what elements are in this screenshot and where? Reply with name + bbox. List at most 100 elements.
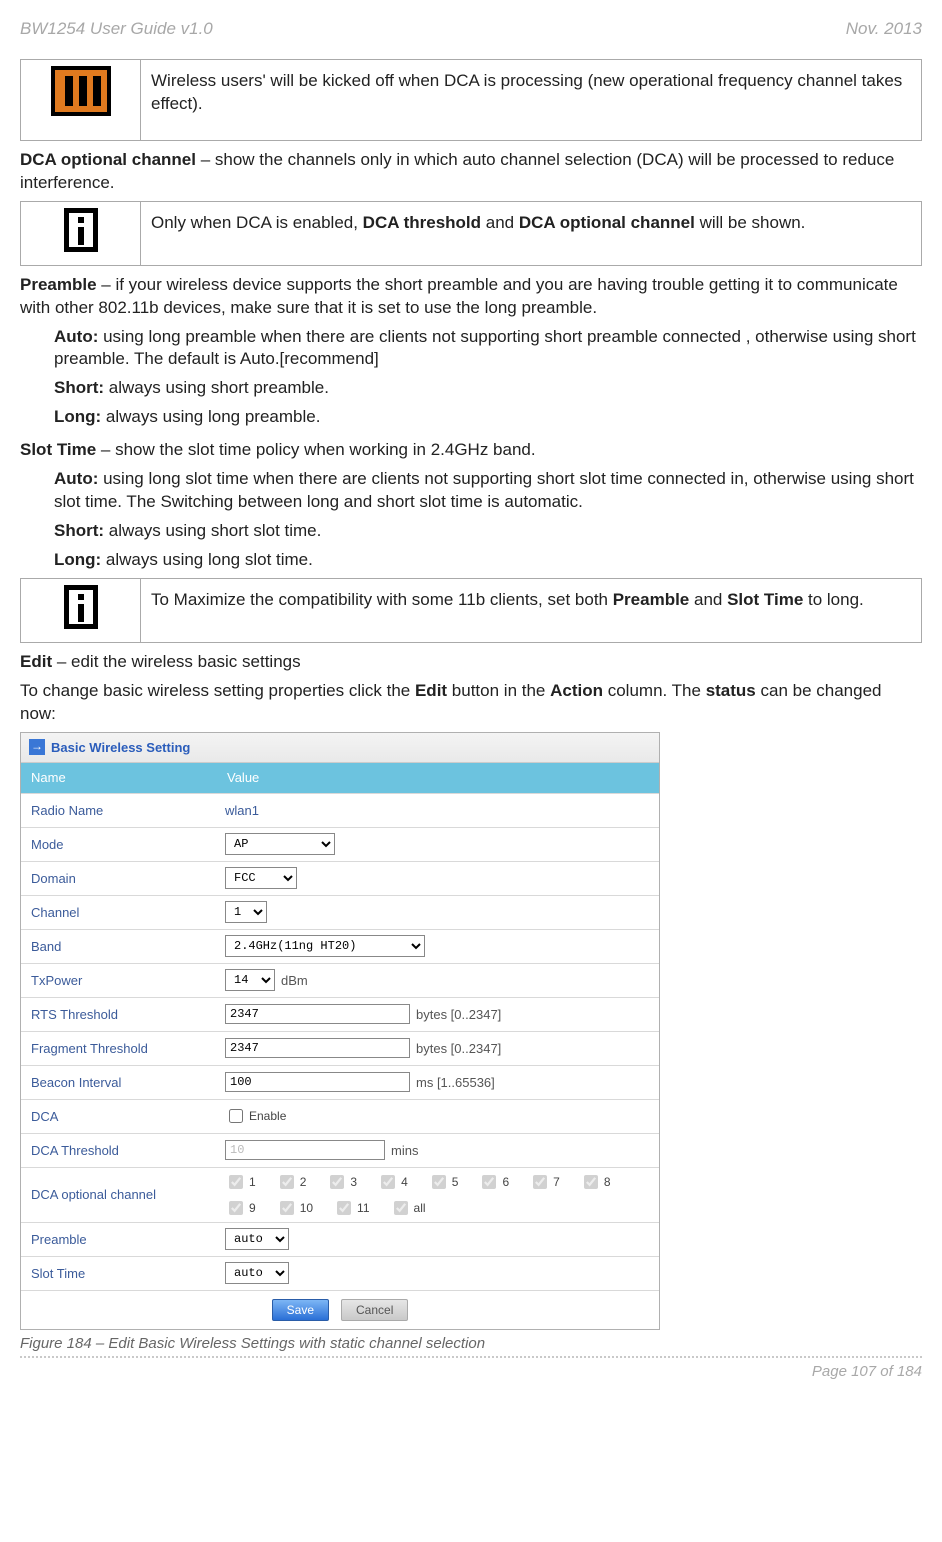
row-dca-threshold: DCA Threshold mins — [21, 1133, 659, 1167]
row-preamble: Preamble auto — [21, 1222, 659, 1256]
doc-date: Nov. 2013 — [846, 18, 922, 41]
dca-optional-paragraph: DCA optional channel – show the channels… — [20, 149, 922, 195]
info-text: Only when DCA is enabled, DCA threshold … — [141, 201, 922, 265]
cancel-button[interactable]: Cancel — [341, 1299, 408, 1321]
settings-panel: Basic Wireless Setting Name Value Radio … — [20, 732, 660, 1330]
dca-channel-8: 8 — [580, 1172, 611, 1192]
row-slot-time: Slot Time auto — [21, 1256, 659, 1290]
row-beacon: Beacon Interval ms [1..65536] — [21, 1065, 659, 1099]
preamble-long: Long: always using long preamble. — [54, 406, 922, 429]
dca-channel-7: 7 — [529, 1172, 560, 1192]
preamble-select[interactable]: auto — [225, 1228, 289, 1250]
fragment-input[interactable] — [225, 1038, 410, 1058]
dca-channel-5: 5 — [428, 1172, 459, 1192]
dca-channel-label: 11 — [357, 1200, 369, 1216]
slot-long: Long: always using long slot time. — [54, 549, 922, 572]
row-mode: Mode AP — [21, 827, 659, 861]
dca-channel-checkbox-7[interactable] — [533, 1175, 547, 1189]
slot-time-label: Slot Time — [20, 440, 96, 459]
warning-icon — [51, 66, 111, 116]
dca-channel-checkbox-11[interactable] — [337, 1201, 351, 1215]
page-footer: Page 107 of 184 — [20, 1362, 922, 1382]
rts-unit: bytes [0..2347] — [416, 1006, 501, 1024]
panel-header: Basic Wireless Setting — [21, 733, 659, 764]
dca-channel-label: 2 — [300, 1174, 307, 1190]
dca-channel-checkbox-4[interactable] — [381, 1175, 395, 1189]
dca-channel-label: 1 — [249, 1174, 256, 1190]
row-domain: Domain FCC — [21, 861, 659, 895]
dca-channel-label: 6 — [502, 1174, 509, 1190]
info-text-2: To Maximize the compatibility with some … — [141, 578, 922, 642]
mode-select[interactable]: AP — [225, 833, 335, 855]
beacon-unit: ms [1..65536] — [416, 1074, 495, 1092]
arrow-icon — [29, 739, 45, 755]
slot-time-paragraph: Slot Time – show the slot time policy wh… — [20, 439, 922, 462]
dca-channel-11: 11 — [333, 1198, 369, 1218]
txpower-select[interactable]: 14 — [225, 969, 275, 991]
col-value: Value — [217, 763, 269, 793]
info-icon — [64, 585, 98, 629]
row-band: Band 2.4GHz(11ng HT20) — [21, 929, 659, 963]
row-txpower: TxPower 14dBm — [21, 963, 659, 997]
rts-input[interactable] — [225, 1004, 410, 1024]
dca-channel-checkbox-2[interactable] — [280, 1175, 294, 1189]
slot-time-select[interactable]: auto — [225, 1262, 289, 1284]
info-note-1: Only when DCA is enabled, DCA threshold … — [20, 201, 922, 266]
fragment-unit: bytes [0..2347] — [416, 1040, 501, 1058]
dca-channel-label: 5 — [452, 1174, 459, 1190]
dca-channel-10: 10 — [276, 1198, 313, 1218]
dca-channel-all: all — [390, 1198, 426, 1218]
dca-channel-checkbox-8[interactable] — [584, 1175, 598, 1189]
change-paragraph: To change basic wireless setting propert… — [20, 680, 922, 726]
dca-optional-label: DCA optional channel — [20, 150, 196, 169]
band-select[interactable]: 2.4GHz(11ng HT20) — [225, 935, 425, 957]
col-name: Name — [21, 763, 217, 793]
panel-title: Basic Wireless Setting — [51, 739, 190, 757]
channel-select[interactable]: 1 — [225, 901, 267, 923]
row-channel: Channel 1 — [21, 895, 659, 929]
dca-channel-checkbox-1[interactable] — [229, 1175, 243, 1189]
beacon-input[interactable] — [225, 1072, 410, 1092]
preamble-label: Preamble — [20, 275, 97, 294]
dca-channel-label: 10 — [300, 1200, 313, 1216]
dca-channel-checkbox-3[interactable] — [330, 1175, 344, 1189]
dca-channel-checkbox-5[interactable] — [432, 1175, 446, 1189]
dca-channel-label: 8 — [604, 1174, 611, 1190]
divider — [20, 1356, 922, 1358]
info-icon — [64, 208, 98, 252]
dca-channel-2: 2 — [276, 1172, 307, 1192]
row-dca: DCA Enable — [21, 1099, 659, 1133]
edit-paragraph: Edit – edit the wireless basic settings — [20, 651, 922, 674]
page-header: BW1254 User Guide v1.0 Nov. 2013 — [20, 18, 922, 41]
dca-optional-checkboxes: 1 2 3 4 5 6 7 8 9 10 11 all — [217, 1168, 659, 1222]
edit-label: Edit — [20, 652, 52, 671]
dca-channel-checkbox-all[interactable] — [394, 1201, 408, 1215]
row-fragment: Fragment Threshold bytes [0..2347] — [21, 1031, 659, 1065]
dca-channel-checkbox-10[interactable] — [280, 1201, 294, 1215]
row-dca-optional: DCA optional channel 1234567891011all — [21, 1167, 659, 1222]
row-rts: RTS Threshold bytes [0..2347] — [21, 997, 659, 1031]
dca-channel-3: 3 — [326, 1172, 357, 1192]
warning-icon-cell — [21, 59, 141, 140]
domain-select[interactable]: FCC — [225, 867, 297, 889]
dca-enable-checkbox[interactable] — [229, 1109, 243, 1123]
save-button[interactable]: Save — [272, 1299, 329, 1321]
dca-threshold-unit: mins — [391, 1142, 418, 1160]
preamble-auto: Auto: using long preamble when there are… — [54, 326, 922, 372]
radio-name-value: wlan1 — [225, 802, 259, 820]
info-icon-cell — [21, 201, 141, 265]
dca-channel-checkbox-9[interactable] — [229, 1201, 243, 1215]
figure-caption: Figure 184 – Edit Basic Wireless Setting… — [20, 1334, 922, 1354]
doc-title: BW1254 User Guide v1.0 — [20, 18, 213, 41]
slot-short: Short: always using short slot time. — [54, 520, 922, 543]
txpower-unit: dBm — [281, 972, 308, 990]
dca-channel-label: 4 — [401, 1174, 408, 1190]
warning-note: Wireless users' will be kicked off when … — [20, 59, 922, 141]
dca-channel-checkbox-6[interactable] — [482, 1175, 496, 1189]
column-header-row: Name Value — [21, 763, 659, 793]
dca-channel-label: 9 — [249, 1200, 256, 1216]
dca-threshold-input — [225, 1140, 385, 1160]
row-radio-name: Radio Name wlan1 — [21, 793, 659, 827]
dca-channel-9: 9 — [225, 1198, 256, 1218]
dca-channel-label: 3 — [350, 1174, 357, 1190]
